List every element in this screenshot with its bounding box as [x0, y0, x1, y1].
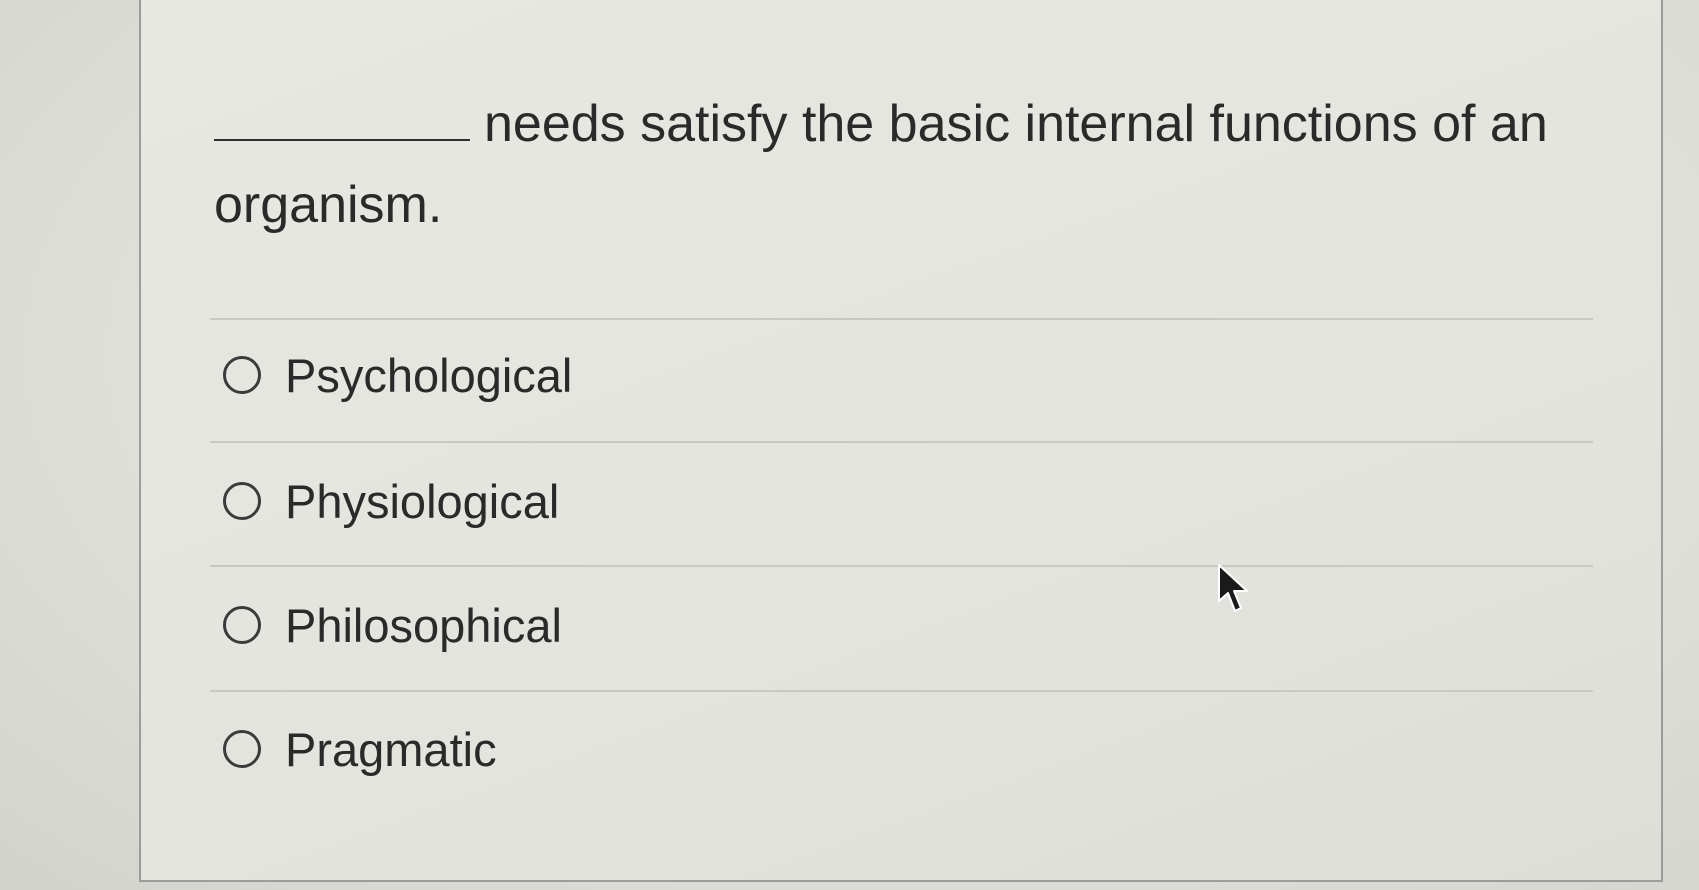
fill-in-blank-line	[214, 139, 470, 141]
option-label: Pragmatic	[285, 722, 497, 776]
option-philosophical[interactable]: Philosophical	[223, 590, 562, 660]
option-physiological[interactable]: Physiological	[223, 466, 559, 536]
divider	[210, 318, 1593, 320]
option-label: Philosophical	[285, 598, 562, 652]
question-body: needs satisfy the basic internal functio…	[214, 95, 1548, 234]
divider	[210, 565, 1593, 567]
mouse-pointer-icon	[1218, 564, 1248, 612]
question-text: needs satisfy the basic internal functio…	[214, 84, 1594, 246]
radio-button-icon[interactable]	[223, 606, 261, 644]
divider	[210, 441, 1593, 443]
radio-button-icon[interactable]	[223, 356, 261, 394]
option-label: Psychological	[285, 348, 573, 402]
divider	[210, 690, 1593, 692]
radio-button-icon[interactable]	[223, 482, 261, 520]
option-label: Physiological	[285, 474, 560, 528]
option-pragmatic[interactable]: Pragmatic	[223, 714, 497, 784]
option-psychological[interactable]: Psychological	[223, 340, 572, 410]
radio-button-icon[interactable]	[223, 730, 261, 768]
